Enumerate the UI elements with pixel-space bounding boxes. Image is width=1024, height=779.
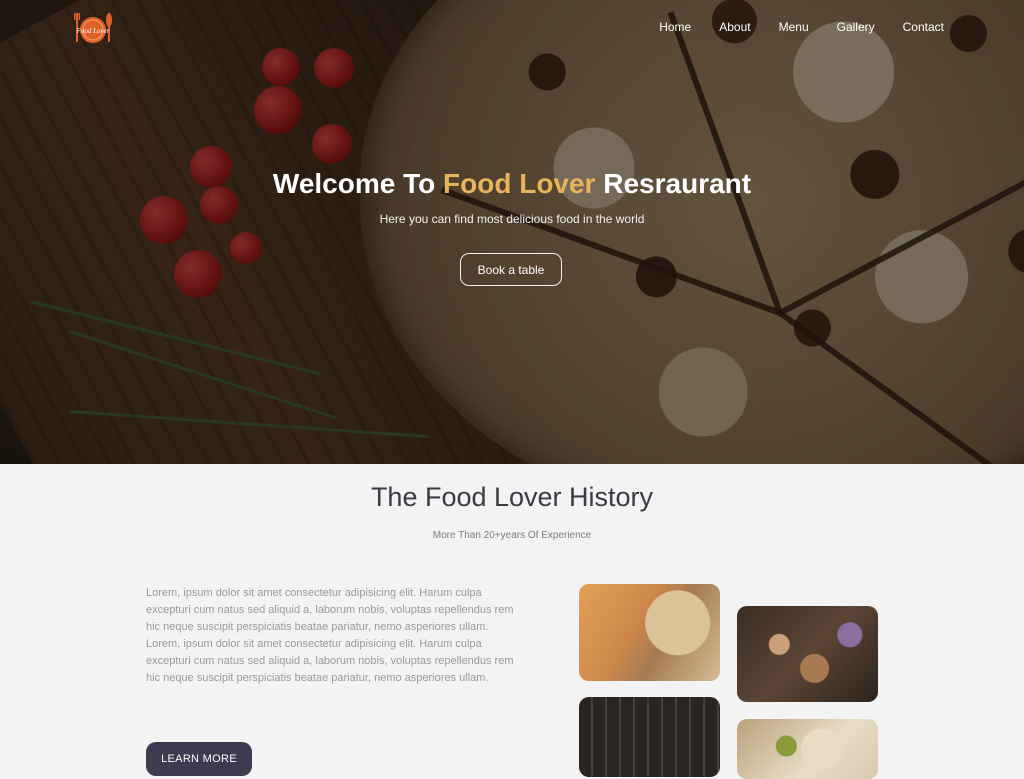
gallery-photo-interior: [579, 697, 720, 777]
nav-menu[interactable]: Menu: [779, 20, 809, 34]
svg-text:Food Lover: Food Lover: [76, 27, 110, 35]
book-table-button[interactable]: Book a table: [460, 253, 562, 286]
history-title: The Food Lover History: [370, 482, 654, 512]
nav-gallery[interactable]: Gallery: [837, 20, 875, 34]
history-text: Lorem, ipsum dolor sit amet consectetur …: [146, 585, 516, 687]
nav-home[interactable]: Home: [659, 20, 691, 34]
history-subtitle: More Than 20+years Of Experience: [432, 530, 592, 541]
main-nav: Home About Menu Gallery Contact: [631, 20, 944, 34]
hero-subtitle: Here you can find most delicious food in…: [379, 212, 645, 226]
hero-section: Food Lover Home About Menu Gallery Conta…: [0, 0, 1024, 464]
logo-graphic: Food Lover: [74, 13, 112, 43]
learn-more-button[interactable]: LEARN MORE: [146, 742, 252, 776]
hero-title: Welcome To Food Lover Resraurant: [0, 168, 1024, 200]
hero-overlay: [0, 0, 1024, 464]
hero-title-accent: Food Lover: [443, 168, 596, 199]
hero-title-prefix: Welcome To: [272, 168, 444, 199]
gallery-photo-platter: [737, 606, 878, 702]
nav-contact[interactable]: Contact: [903, 20, 944, 34]
restaurant-logo-icon[interactable]: Food Lover: [72, 12, 114, 44]
nav-about[interactable]: About: [719, 20, 750, 34]
gallery-photo-dish: [737, 719, 878, 779]
hero-title-suffix: Resraurant: [595, 168, 752, 199]
history-paragraph: Lorem, ipsum dolor sit amet consectetur …: [146, 638, 514, 684]
history-paragraph: Lorem, ipsum dolor sit amet consectetur …: [146, 587, 514, 633]
gallery-photo-bread: [579, 584, 720, 681]
